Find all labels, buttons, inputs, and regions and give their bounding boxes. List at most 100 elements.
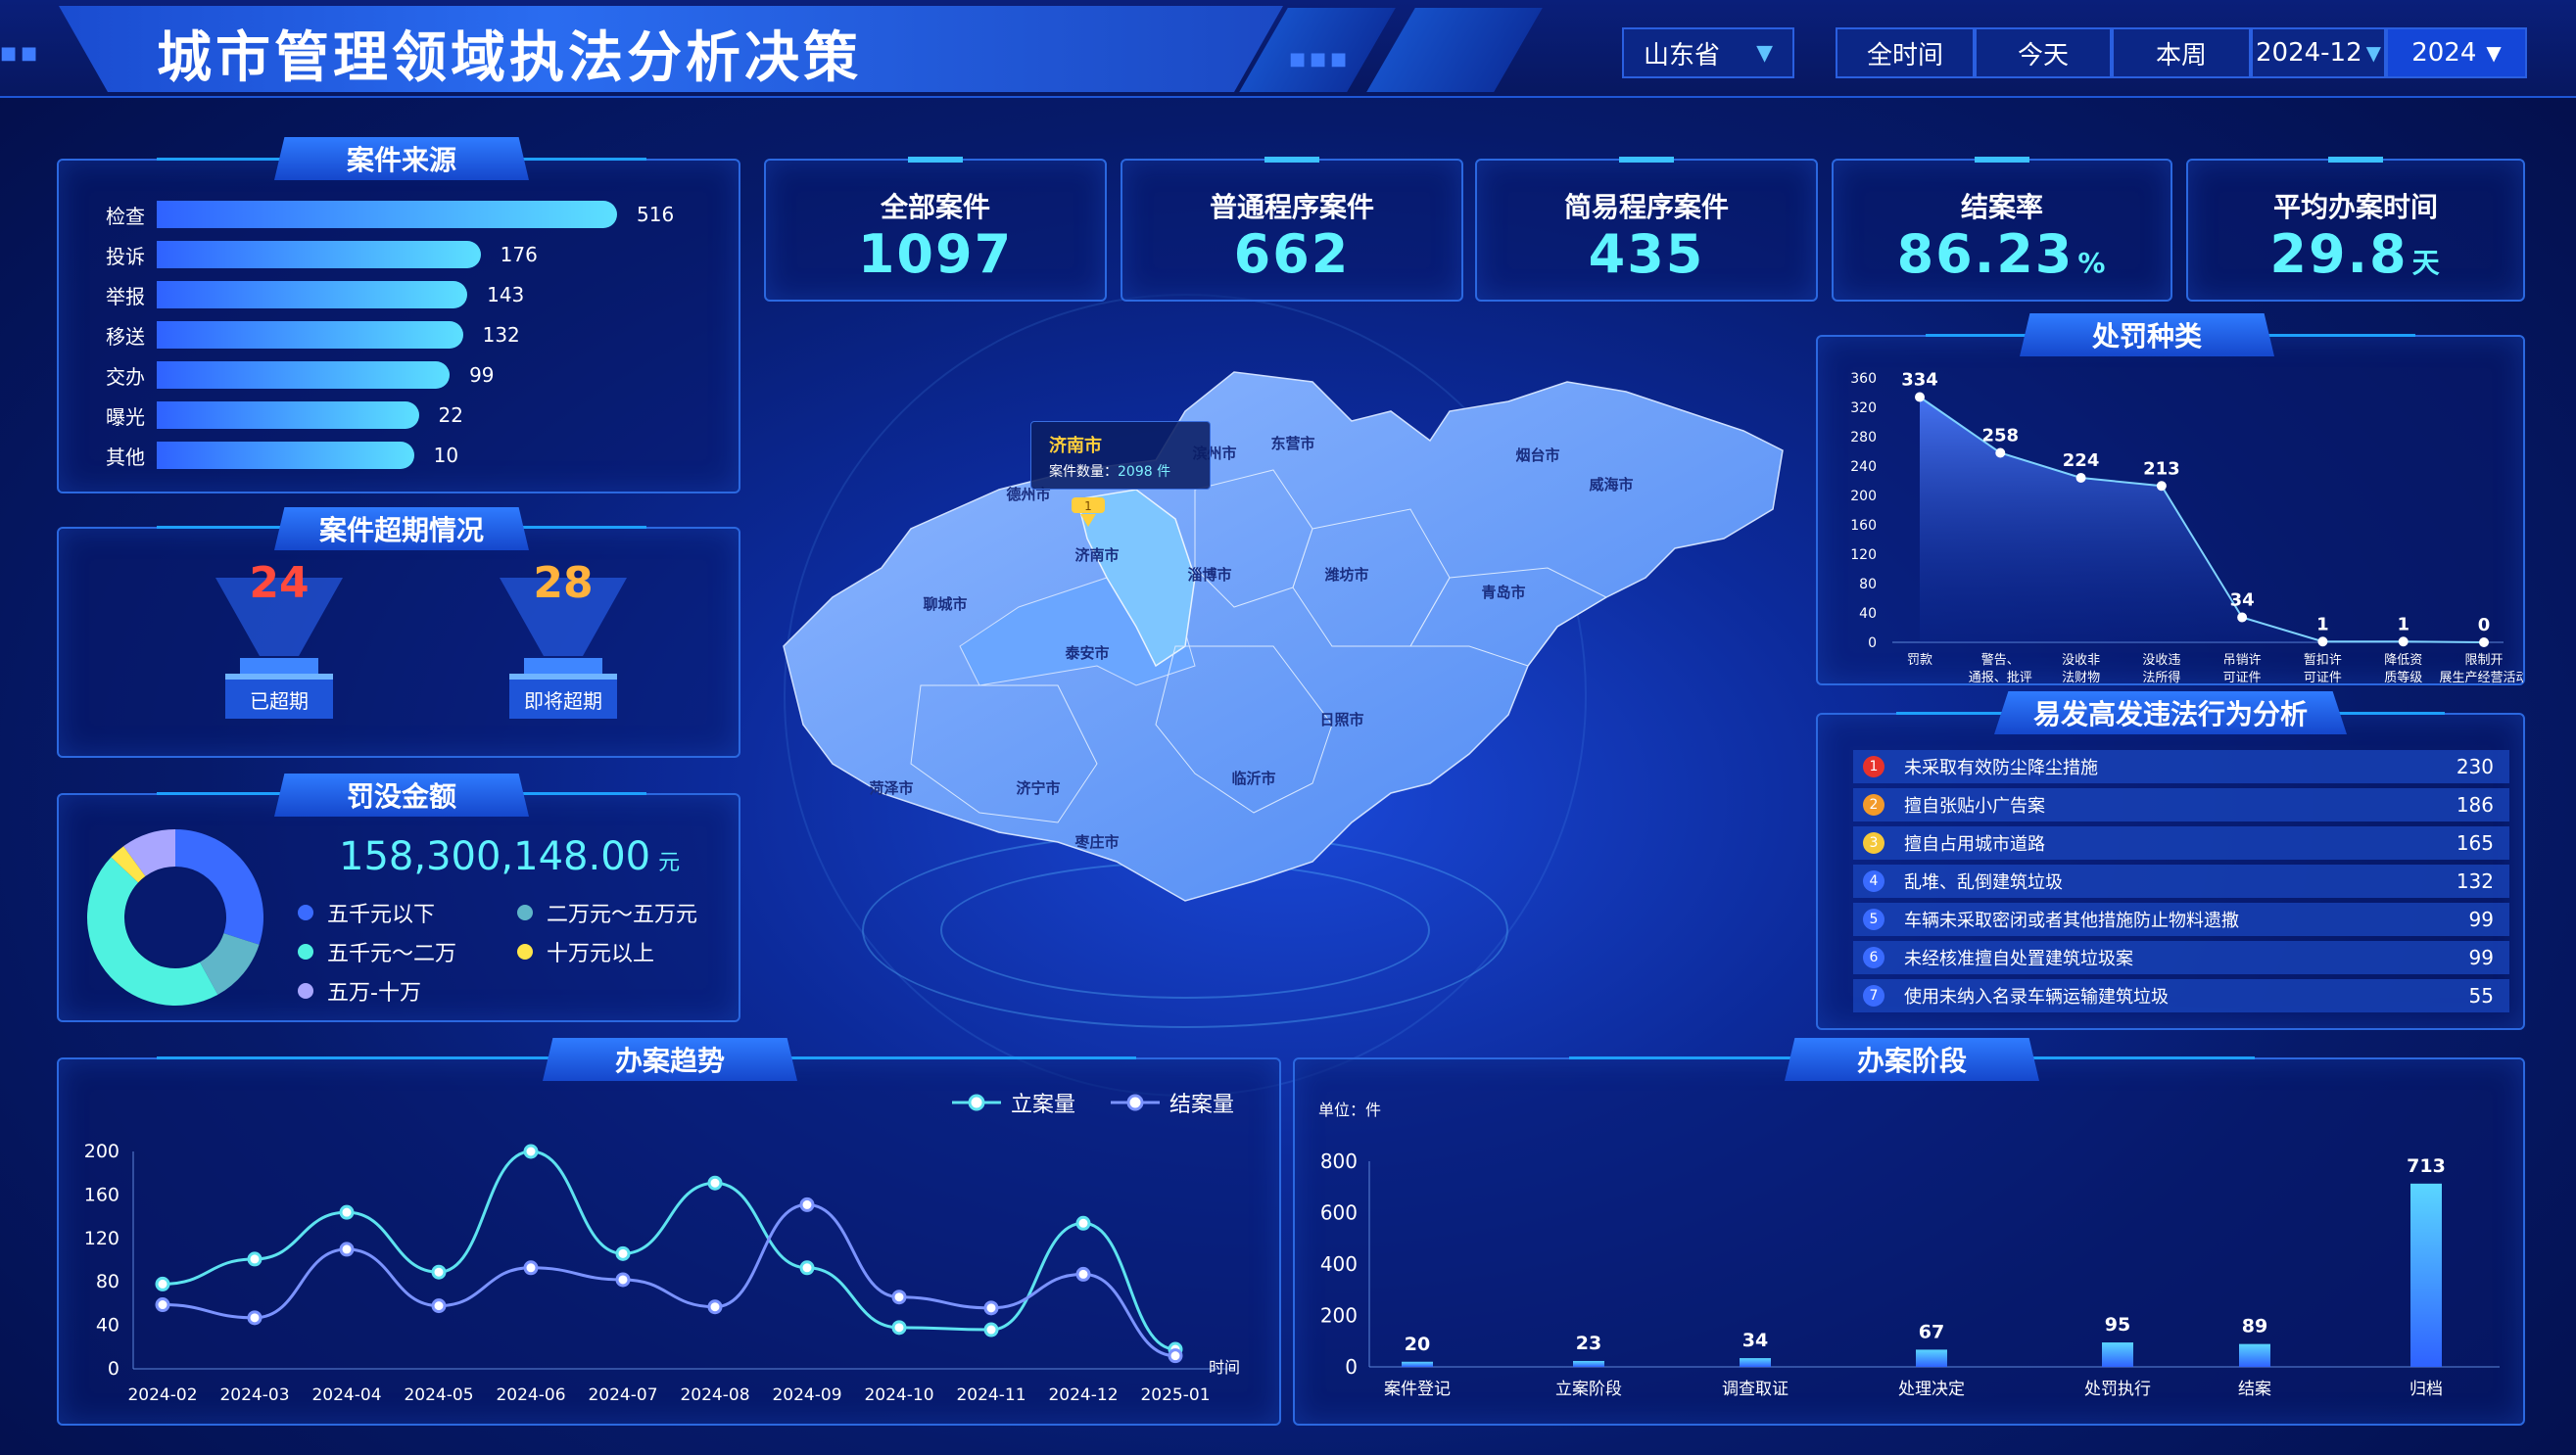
city-label: 济南市 (1074, 546, 1119, 564)
month-select[interactable]: 2024-12 ▼ (2251, 27, 2386, 78)
year-select[interactable]: 2024 ▼ (2386, 27, 2527, 78)
fines-amount-value: 158,300,148.00 (339, 834, 651, 879)
province-value: 山东省 (1644, 40, 1721, 70)
violation-row[interactable]: 7 使用未纳入名录车辆运输建筑垃圾 55 (1853, 979, 2509, 1012)
source-bar (157, 442, 414, 469)
panel-title: 易发高发违法行为分析 (1994, 691, 2347, 734)
kpi-general-cases: 普通程序案件 662 (1121, 157, 1463, 302)
source-bar-list: 检查 516 投诉 176 举报 143 移送 132 交办 99 曝光 22 其他 10 (59, 200, 742, 484)
x-tick-label: 没收违 (2142, 653, 2180, 668)
x-tick-label: 警告、 (1981, 652, 2020, 668)
data-label: 213 (2143, 458, 2180, 479)
violation-label: 未经核准擅自处置建筑垃圾案 (1904, 949, 2133, 969)
source-bar (157, 281, 468, 308)
x-tick-label: 暂扣许 (2304, 653, 2342, 668)
rank-badge: 1 (1863, 756, 1884, 777)
legend-item: 二万元～五万元 (517, 897, 697, 928)
violation-row[interactable]: 1 未采取有效防尘降尘措施 230 (1853, 750, 2509, 783)
violations-list: 1 未采取有效防尘降尘措施 230 2 擅自张贴小广告案 186 3 擅自占用城市道路 165 4… (1818, 750, 2527, 1024)
rank-badge: 4 (1863, 870, 1884, 892)
violation-row[interactable]: 5 车辆未采取密闭或者其他措施防止物料遗撒 99 (1853, 903, 2509, 936)
bar-value-label: 34 (1742, 1330, 1768, 1351)
kpi-tab (1619, 157, 1674, 163)
violation-count: 99 (2468, 946, 2494, 969)
violation-row[interactable]: 4 乱堆、乱倒建筑垃圾 132 (1853, 865, 2509, 898)
violation-row[interactable]: 2 擅自张贴小广告案 186 (1853, 788, 2509, 821)
legend-line-icon (952, 1094, 1001, 1111)
kpi-value: 29.8 天 (2188, 223, 2523, 285)
header-dots: ■■ (0, 43, 42, 64)
kpi-tab (908, 157, 963, 163)
x-tick-label: 处罚执行 (2084, 1380, 2151, 1399)
violation-count: 132 (2456, 869, 2494, 893)
chevron-down-icon: ▼ (2486, 41, 2502, 65)
city-label: 济宁市 (1016, 779, 1060, 797)
x-tick-label: 吊销许 (2223, 653, 2262, 668)
x-tick-label: 没收非 (2062, 653, 2100, 668)
stage-bar (1573, 1360, 1604, 1367)
source-value: 143 (487, 283, 525, 306)
violation-row[interactable]: 3 擅自占用城市道路 165 (1853, 826, 2509, 860)
x-tick-label: 结案 (2238, 1380, 2271, 1399)
source-row: 交办 99 (59, 360, 495, 390)
y-tick-label: 120 (1850, 547, 1877, 563)
data-point (523, 1260, 539, 1276)
violation-label: 未采取有效防尘降尘措施 (1904, 758, 2098, 778)
x-tick-label: 罚款 (1907, 653, 1932, 668)
legend-label: 五千元～二万 (327, 942, 457, 966)
data-point (155, 1297, 170, 1313)
bar-value-label: 95 (2105, 1314, 2130, 1336)
source-bar (157, 201, 617, 228)
city-label: 泰安市 (1064, 644, 1109, 662)
violation-count: 230 (2456, 755, 2494, 778)
kpi-avg-time: 平均办案时间 29.8 天 (2186, 157, 2525, 302)
shandong-map[interactable]: 1 德州市济南市聊城市泰安市淄博市滨州市东营市潍坊市烟台市威海市青岛市日照市临沂… (764, 352, 1802, 979)
chevron-down-icon: ▼ (1756, 40, 1773, 66)
data-point (1995, 447, 2006, 458)
kpi-tab (1264, 157, 1319, 163)
rank-badge: 5 (1863, 909, 1884, 930)
kpi-simple-cases: 简易程序案件 435 (1475, 157, 1818, 302)
kpi-number: 662 (1233, 223, 1351, 285)
data-point (339, 1242, 355, 1257)
data-point (1168, 1348, 1183, 1364)
data-point (615, 1245, 631, 1261)
data-point (615, 1272, 631, 1288)
city-label: 淄博市 (1187, 566, 1231, 584)
tab-today[interactable]: 今天 (1975, 27, 2112, 78)
source-label: 其他 (106, 445, 145, 469)
kpi-close-rate: 结案率 86.23% (1832, 157, 2172, 302)
data-point (2317, 636, 2328, 647)
tab-label: 本周 (2155, 40, 2207, 70)
kpi-label: 全部案件 (880, 191, 990, 223)
series-line (162, 1150, 1176, 1351)
source-label: 曝光 (106, 404, 145, 429)
kpi-label: 简易程序案件 (1563, 191, 1729, 223)
province-select[interactable]: 山东省 ▼ (1622, 27, 1794, 78)
tab-this-week[interactable]: 本周 (2112, 27, 2251, 78)
y-tick-label: 160 (1850, 518, 1877, 534)
data-point (1075, 1215, 1091, 1231)
violation-row[interactable]: 6 未经核准擅自处置建筑垃圾案 99 (1853, 941, 2509, 974)
data-point (155, 1276, 170, 1291)
x-tick-label: 限制开 (2464, 653, 2503, 668)
data-point (247, 1251, 262, 1267)
fines-amount: 158,300,148.00 元 (339, 834, 680, 879)
x-tick-label: 调查取证 (1722, 1380, 1789, 1399)
data-point (983, 1300, 999, 1316)
legend-label: 十万元以上 (547, 942, 655, 966)
x-tick-label: 通报、批评 (1969, 671, 2032, 685)
city-label: 枣庄市 (1073, 833, 1119, 851)
legend-filed: 立案量 (952, 1087, 1075, 1118)
x-tick-label: 2024-04 (311, 1385, 381, 1405)
data-point (983, 1322, 999, 1338)
x-tick-label: 降低资 (2384, 653, 2422, 668)
tab-all-time[interactable]: 全时间 (1836, 27, 1975, 78)
y-tick-label: 0 (108, 1358, 119, 1380)
data-point (707, 1299, 723, 1315)
data-label: 1 (2397, 614, 2409, 634)
panel-title: 处罚种类 (2020, 313, 2274, 356)
source-row: 曝光 22 (59, 400, 463, 430)
x-tick-label: 法所得 (2142, 670, 2180, 685)
kpi-label: 平均办案时间 (2272, 191, 2438, 223)
